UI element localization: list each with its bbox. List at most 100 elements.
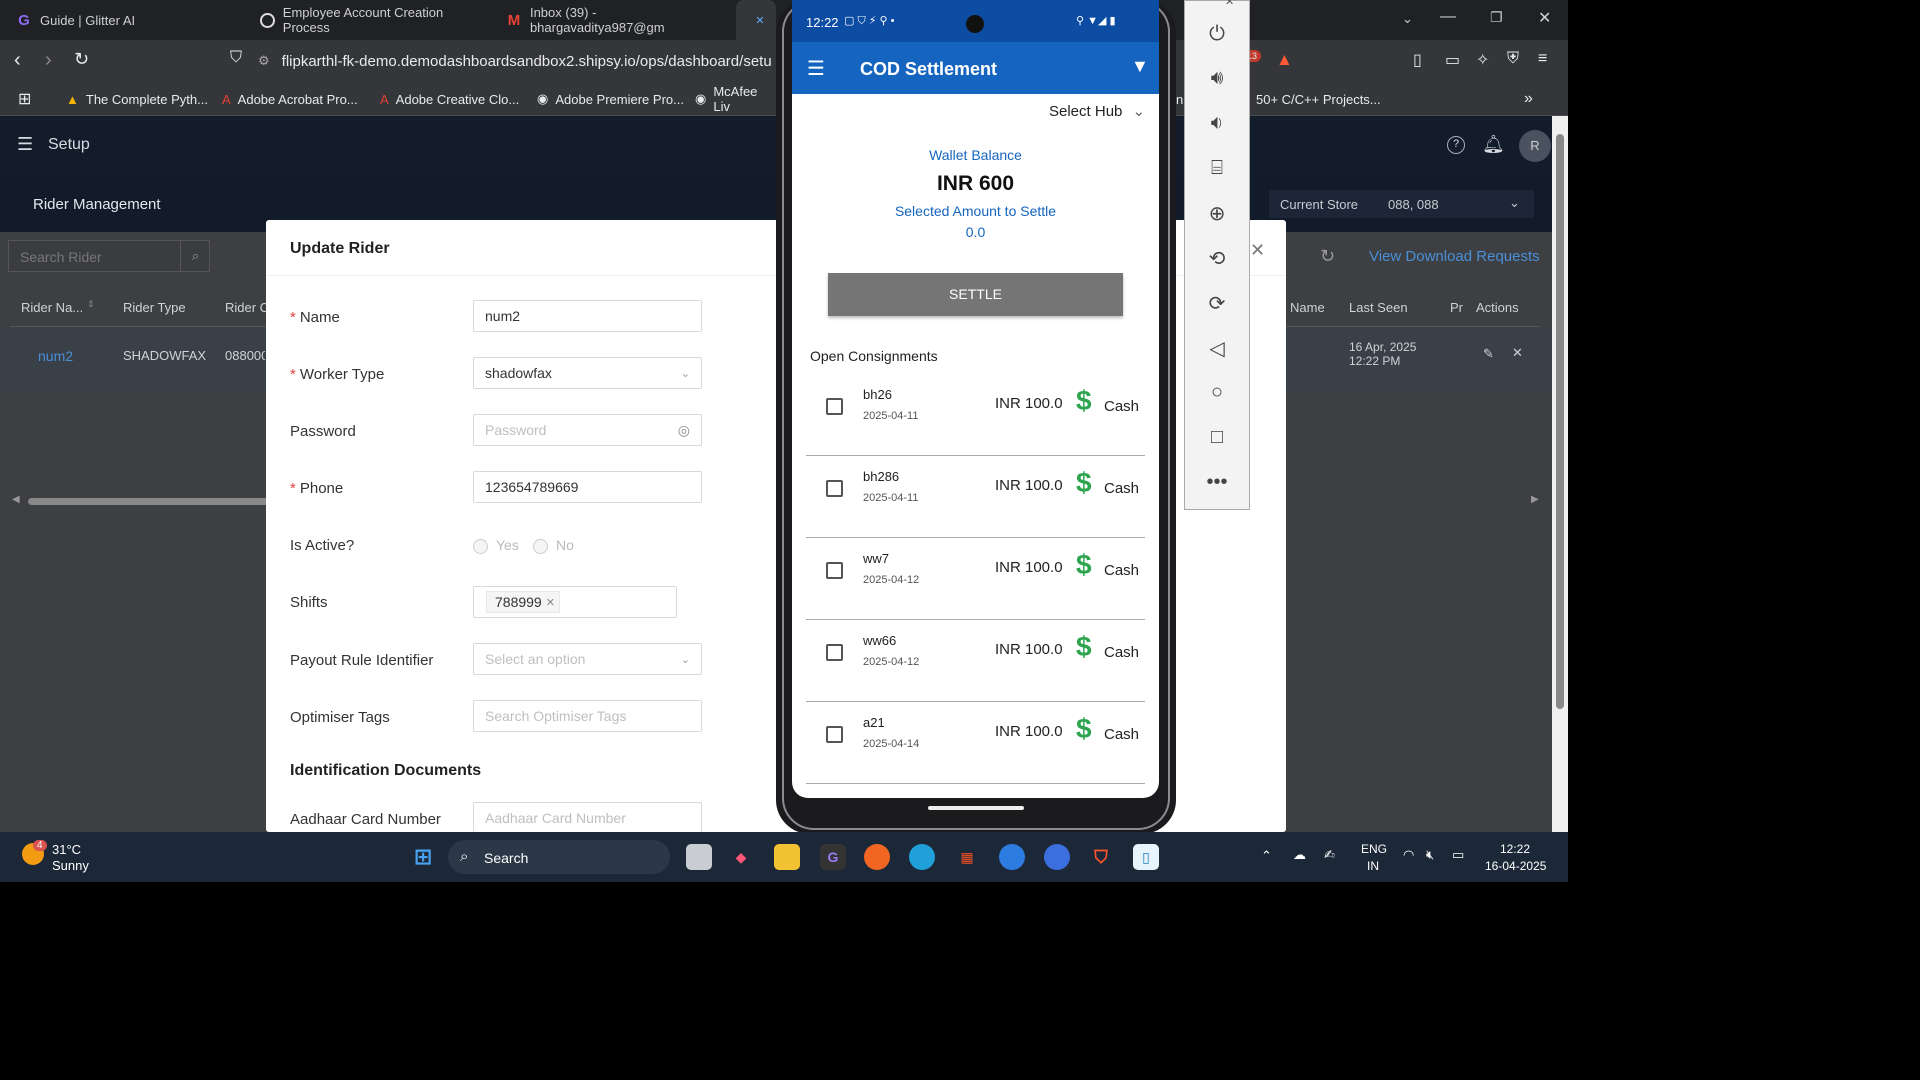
- list-item[interactable]: a21 2025-04-14 INR 100.0 $ Cash: [806, 702, 1145, 784]
- overview-icon[interactable]: □: [1204, 426, 1230, 449]
- brave-rewards-icon[interactable]: ▲: [1276, 50, 1293, 70]
- wifi-icon[interactable]: ◠: [1403, 847, 1414, 863]
- clock-time[interactable]: 12:22: [1500, 842, 1530, 856]
- tab-gmail[interactable]: M Inbox (39) - bhargavaditya987@gm: [490, 0, 734, 40]
- refresh-icon[interactable]: ↻: [1320, 246, 1335, 267]
- tab-search-chevron-icon[interactable]: ⌄: [1402, 11, 1413, 27]
- glitter-app-icon[interactable]: G: [820, 844, 846, 870]
- ms-store-icon[interactable]: ▦: [954, 844, 980, 870]
- bookmark-mcafee[interactable]: ◉ McAfee Liv: [695, 82, 775, 116]
- list-item[interactable]: bh26 2025-04-11 INR 100.0 $ Cash: [806, 374, 1145, 456]
- bookmark-cpp-projects[interactable]: 50+ C/C++ Projects...: [1256, 82, 1381, 116]
- task-view-icon[interactable]: [686, 844, 712, 870]
- address-bar[interactable]: ⚙ flipkarthl-fk-demo.demodashboardsandbo…: [258, 46, 778, 76]
- volume-down-icon[interactable]: 🔉︎: [1204, 112, 1230, 135]
- sync-app-icon[interactable]: [1044, 844, 1070, 870]
- consignment-checkbox[interactable]: [826, 480, 843, 497]
- optimiser-tags-input[interactable]: Search Optimiser Tags: [473, 700, 702, 732]
- scroll-right-icon[interactable]: ▶: [1531, 494, 1539, 505]
- filter-icon[interactable]: ▼: [1131, 56, 1149, 77]
- tab-employee-account[interactable]: Employee Account Creation Process: [244, 0, 490, 40]
- ai-icon[interactable]: ✧: [1476, 50, 1489, 70]
- bookmark-python[interactable]: ▲ The Complete Pyth...: [66, 82, 208, 116]
- consignment-checkbox[interactable]: [826, 398, 843, 415]
- cloud-icon[interactable]: ☁: [1293, 847, 1306, 863]
- hamburger-menu-icon[interactable]: ☰: [807, 56, 825, 81]
- bookmark-acrobat[interactable]: A Adobe Acrobat Pro...: [222, 82, 358, 116]
- horizontal-scrollbar[interactable]: [28, 498, 268, 505]
- list-item[interactable]: ww66 2025-04-12 INR 100.0 $ Cash: [806, 620, 1145, 702]
- current-store-select[interactable]: Current Store 088, 088 ⌄: [1269, 190, 1534, 218]
- hamburger-menu-icon[interactable]: ☰: [17, 134, 33, 155]
- tab-glitter[interactable]: G Guide | Glitter AI: [0, 0, 244, 40]
- edge-icon[interactable]: [909, 844, 935, 870]
- shifts-select[interactable]: 788999 ✕: [473, 586, 677, 618]
- power-icon[interactable]: ⏻: [1204, 23, 1230, 46]
- menu-icon[interactable]: ≡: [1538, 50, 1547, 68]
- name-input[interactable]: num2: [473, 300, 702, 332]
- emulator-close-icon[interactable]: ✕: [1225, 0, 1234, 8]
- bookmark-partial[interactable]: n: [1176, 82, 1183, 116]
- close-window-icon[interactable]: ✕: [1538, 8, 1551, 28]
- reload-icon[interactable]: ↻: [74, 49, 89, 70]
- sort-icon[interactable]: ⇕: [87, 299, 95, 310]
- minimize-icon[interactable]: —: [1440, 8, 1456, 26]
- consignment-checkbox[interactable]: [826, 562, 843, 579]
- page-vertical-scrollbar[interactable]: [1552, 116, 1568, 832]
- wallet-icon[interactable]: ▭: [1445, 50, 1460, 70]
- password-input[interactable]: Password ◎: [473, 414, 702, 446]
- phone-input[interactable]: 123654789669: [473, 471, 702, 503]
- battery-icon[interactable]: ▭: [1452, 847, 1464, 863]
- search-icon[interactable]: ⌕: [180, 241, 210, 271]
- list-item[interactable]: bh286 2025-04-11 INR 100.0 $ Cash: [806, 456, 1145, 538]
- worker-type-select[interactable]: shadowfax ⌄: [473, 357, 702, 389]
- modal-close-icon[interactable]: ✕: [1250, 240, 1265, 261]
- notification-bell-icon[interactable]: 🔔︎: [1482, 134, 1505, 155]
- zoom-icon[interactable]: ⊕: [1204, 201, 1230, 226]
- home-gesture-bar[interactable]: [928, 806, 1024, 810]
- avatar[interactable]: R: [1519, 130, 1551, 162]
- restore-icon[interactable]: ❐: [1490, 9, 1503, 26]
- mute-icon[interactable]: 🔇︎: [1426, 847, 1434, 863]
- tray-chevron-up-icon[interactable]: ⌃: [1261, 848, 1272, 864]
- view-download-requests-link[interactable]: View Download Requests: [1369, 248, 1540, 265]
- rotate-right-icon[interactable]: ⟳: [1204, 291, 1230, 316]
- select-hub-dropdown[interactable]: Select Hub ⌄: [1049, 102, 1145, 120]
- payout-rule-select[interactable]: Select an option ⌄: [473, 643, 702, 675]
- settle-button[interactable]: SETTLE: [828, 273, 1123, 316]
- back-icon[interactable]: ◁: [1204, 336, 1230, 361]
- bookmark-creative-cloud[interactable]: A Adobe Creative Clo...: [380, 82, 519, 116]
- rider-name-link[interactable]: num2: [38, 348, 73, 364]
- bookmark-icon[interactable]: ⛉: [230, 49, 242, 67]
- volume-up-icon[interactable]: 🔊︎: [1204, 67, 1230, 90]
- aadhaar-input[interactable]: Aadhaar Card Number: [473, 802, 702, 832]
- site-settings-icon[interactable]: ⚙: [258, 53, 270, 69]
- zoom-app-icon[interactable]: [999, 844, 1025, 870]
- brave-icon[interactable]: ⛉: [1088, 844, 1114, 870]
- more-options-icon[interactable]: •••: [1204, 471, 1230, 494]
- bookmark-premiere[interactable]: ◉ Adobe Premiere Pro...: [537, 82, 684, 116]
- taskbar-search-box[interactable]: ⌕ Search: [448, 840, 670, 874]
- tag-remove-icon[interactable]: ✕: [546, 596, 555, 609]
- search-rider-input[interactable]: Search Rider ⌕: [8, 240, 210, 272]
- copilot-icon[interactable]: ◆: [728, 844, 754, 870]
- is-active-no-radio[interactable]: No: [533, 537, 574, 554]
- camera-icon[interactable]: ⌸: [1204, 157, 1230, 180]
- delete-icon[interactable]: ✕: [1512, 345, 1523, 361]
- home-icon[interactable]: ○: [1204, 381, 1230, 404]
- windows-start-icon[interactable]: ⊞: [410, 844, 436, 870]
- back-icon[interactable]: ‹: [14, 49, 21, 72]
- consignment-checkbox[interactable]: [826, 726, 843, 743]
- file-explorer-icon[interactable]: [774, 844, 800, 870]
- eye-hidden-icon[interactable]: ◎: [678, 422, 690, 439]
- tab-shipsy[interactable]: ✕: [736, 0, 776, 40]
- is-active-yes-radio[interactable]: Yes: [473, 537, 519, 554]
- help-icon[interactable]: ?: [1447, 136, 1465, 154]
- sidebar-icon[interactable]: ▯: [1413, 50, 1422, 70]
- forward-icon[interactable]: ›: [45, 49, 52, 72]
- rotate-left-icon[interactable]: ⟲: [1204, 246, 1230, 271]
- column-header-rider-name[interactable]: Rider Na...: [21, 300, 83, 315]
- language[interactable]: ENG: [1361, 842, 1387, 856]
- more-bookmarks-icon[interactable]: »: [1524, 82, 1533, 116]
- consignment-checkbox[interactable]: [826, 644, 843, 661]
